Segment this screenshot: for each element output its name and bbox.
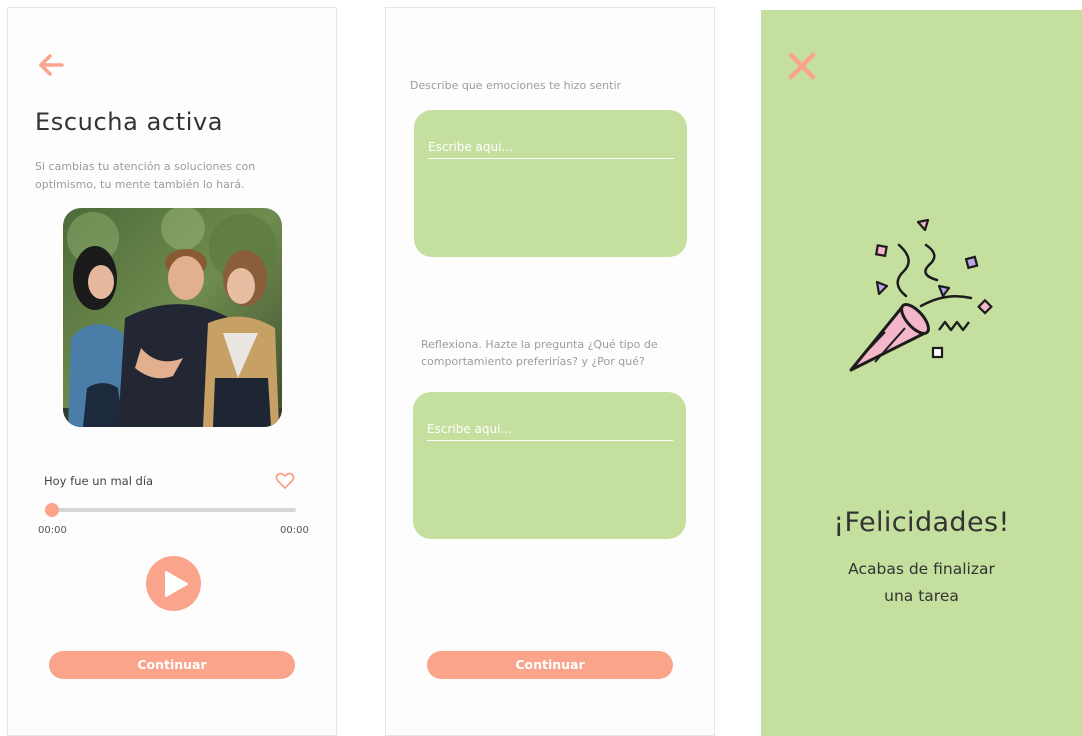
reflection-card [413, 392, 686, 539]
heart-outline-icon[interactable] [275, 471, 295, 491]
emotions-input[interactable] [428, 136, 674, 159]
page-subtitle: Si cambias tu atención a soluciones con … [35, 160, 256, 191]
exercise-photo [63, 208, 282, 427]
congratulations-title: ¡Felicidades! [833, 507, 1010, 538]
play-button[interactable] [146, 556, 201, 611]
continue-button[interactable]: Continuar [427, 651, 673, 679]
track-title: Hoy fue un mal día [44, 474, 154, 488]
reflection-prompt: Reflexiona. Hazte la pregunta ¿Qué tipo … [421, 338, 658, 368]
message-line-2: una tarea [884, 587, 959, 605]
party-popper-icon [841, 210, 1001, 380]
page-title: Escucha activa [35, 108, 224, 136]
message-line-1: Acabas de finalizar [848, 560, 995, 578]
emotions-prompt: Describe que emociones te hizo sentir [410, 79, 622, 92]
completion-message: Acabas de finalizar una tarea [761, 556, 1082, 610]
emotions-card [414, 110, 687, 257]
audio-progress-thumb[interactable] [45, 503, 59, 517]
audio-progress-slider[interactable] [45, 508, 296, 512]
reflection-input[interactable] [427, 418, 673, 441]
back-arrow-icon[interactable] [34, 48, 68, 82]
reflection-screen: Describe que emociones te hizo sentir Re… [385, 7, 715, 736]
continue-button[interactable]: Continuar [49, 651, 295, 679]
time-total: 00:00 [280, 525, 309, 536]
congratulations-screen: ¡Felicidades! Acabas de finalizar una ta… [761, 10, 1082, 736]
time-elapsed: 00:00 [38, 525, 67, 536]
close-icon[interactable] [786, 50, 818, 82]
play-icon [165, 571, 188, 597]
audio-exercise-screen: Escucha activa Si cambias tu atención a … [7, 7, 337, 736]
